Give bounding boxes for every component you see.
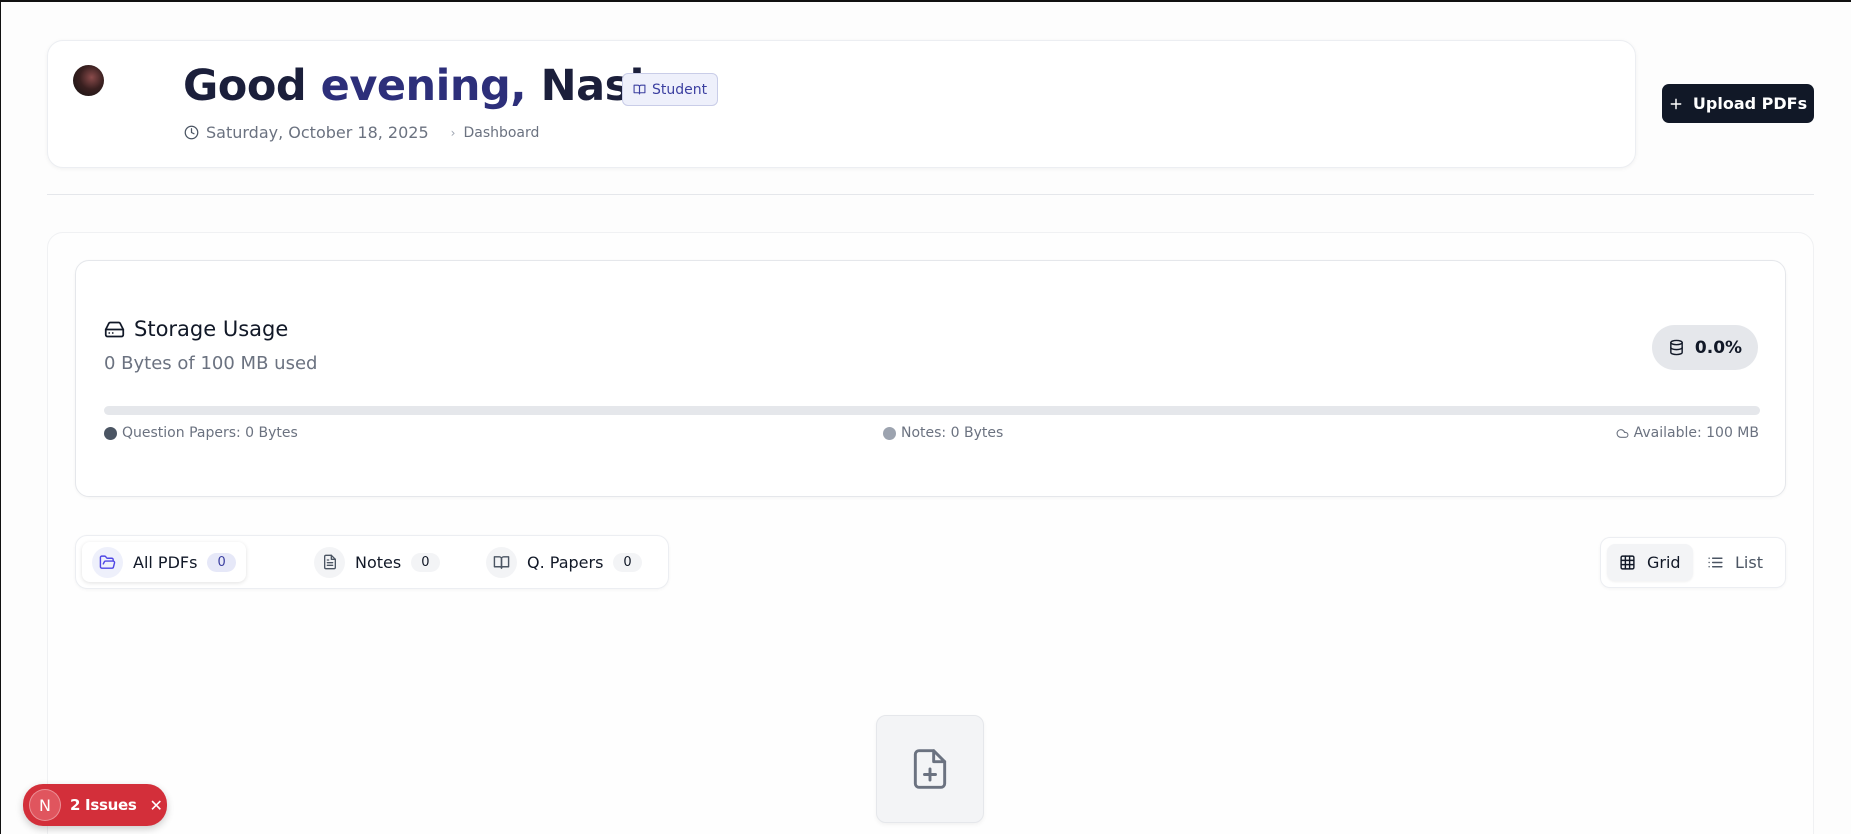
page-title: Good evening, Nash — [183, 61, 660, 111]
cloud-icon — [1616, 427, 1629, 440]
legend-available: Available: 100 MB — [1616, 425, 1759, 441]
pdf-filter-tabs: All PDFs 0 Notes 0 Q. Papers 0 — [75, 535, 669, 589]
header-divider — [47, 194, 1814, 195]
legend-dot — [104, 426, 117, 440]
tab-notes[interactable]: Notes 0 — [304, 542, 450, 582]
legend-available-label: Available: 100 MB — [1633, 425, 1759, 441]
storage-card: Storage Usage 0 Bytes of 100 MB used 0.0… — [75, 260, 1786, 497]
issues-label: 2 Issues — [70, 796, 137, 814]
view-toggle: Grid List — [1600, 537, 1786, 588]
role-badge-label: Student — [652, 81, 708, 98]
tab-notes-count: 0 — [411, 552, 440, 572]
list-view-label: List — [1735, 553, 1763, 572]
issues-logo: N — [29, 789, 61, 821]
legend-notes-label: Notes: 0 Bytes — [901, 425, 1004, 441]
tab-notes-label: Notes — [355, 552, 402, 572]
tab-q-papers-label: Q. Papers — [527, 552, 604, 572]
close-icon[interactable]: ✕ — [149, 796, 162, 815]
upload-pdfs-label: Upload PDFs — [1692, 94, 1808, 113]
legend-dot — [883, 426, 896, 440]
database-icon — [1668, 339, 1685, 356]
storage-percent-badge: 0.0% — [1652, 325, 1758, 370]
hard-drive-icon — [104, 319, 125, 340]
file-text-icon — [314, 546, 345, 578]
tab-all-pdfs-count: 0 — [207, 552, 236, 572]
storage-progress-bar — [104, 406, 1760, 415]
greeting-accent: evening, — [320, 61, 527, 111]
list-icon — [1707, 554, 1724, 571]
book-open-icon — [486, 546, 517, 578]
tab-q-papers[interactable]: Q. Papers 0 — [476, 542, 652, 582]
role-badge: Student — [622, 73, 719, 106]
legend-notes: Notes: 0 Bytes — [883, 425, 1003, 441]
issues-toast[interactable]: N 2 Issues ✕ — [23, 784, 167, 826]
list-view-button[interactable]: List — [1695, 544, 1775, 581]
greeting-prefix: Good — [183, 61, 307, 111]
upload-pdfs-button[interactable]: Upload PDFs — [1662, 84, 1814, 123]
tab-all-pdfs-label: All PDFs — [133, 552, 198, 572]
avatar[interactable] — [73, 65, 104, 96]
grid-view-button[interactable]: Grid — [1607, 544, 1693, 581]
storage-title-text: Storage Usage — [134, 317, 289, 341]
grid-icon — [1619, 554, 1636, 571]
file-plus-icon — [908, 745, 952, 793]
empty-state-icon-box — [876, 715, 984, 823]
tab-q-papers-count: 0 — [613, 552, 642, 572]
chevron-right-icon: › — [450, 125, 456, 140]
greeting-card: Good evening, Nash Student Saturday, Oct… — [47, 40, 1636, 168]
date-row: Saturday, October 18, 2025 › Dashboard — [184, 123, 539, 142]
storage-title: Storage Usage — [104, 317, 288, 341]
current-date: Saturday, October 18, 2025 — [206, 123, 429, 142]
grid-view-label: Grid — [1647, 553, 1681, 572]
book-open-icon — [633, 83, 646, 96]
clock-icon — [184, 125, 199, 140]
storage-subtitle: 0 Bytes of 100 MB used — [104, 353, 318, 374]
storage-percent: 0.0% — [1694, 337, 1743, 358]
breadcrumb[interactable]: Dashboard — [463, 125, 539, 141]
folder-open-icon — [92, 546, 123, 578]
legend-question-papers-label: Question Papers: 0 Bytes — [122, 425, 298, 441]
plus-icon — [1669, 97, 1683, 111]
legend-question-papers: Question Papers: 0 Bytes — [104, 425, 298, 441]
tab-all-pdfs[interactable]: All PDFs 0 — [82, 542, 246, 582]
